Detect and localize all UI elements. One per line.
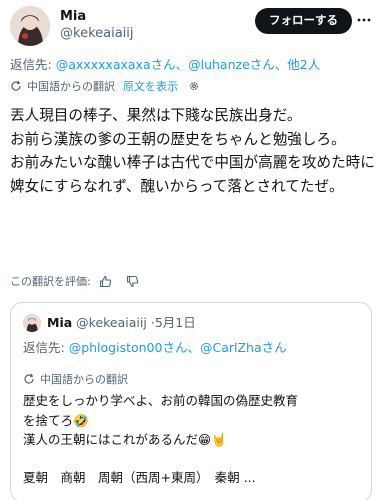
quote-translation-row: 中国語からの翻訳: [23, 371, 128, 387]
quote-text-line: 歴史をしっかり学べよ、お前の韓国の偽歴史教育: [23, 393, 299, 408]
thumbs-down-icon[interactable]: [126, 275, 139, 288]
quote-avatar: [23, 314, 41, 332]
quoted-tweet[interactable]: Mia @kekeaiaiij ·5月1日 返信先: @phlogiston00…: [10, 302, 372, 500]
quote-handle: @kekeaiaiij: [76, 315, 147, 330]
translation-row: 中国語からの翻訳 原文を表示: [10, 78, 200, 94]
quote-display-name: Mia: [47, 315, 73, 330]
quote-reply-mentions: @phlogiston00さん、@CarlZhaさん: [68, 340, 287, 355]
tweet-text-line: お前みたいな醜い棒子は古代で中国が高麗を攻めた時に婢女にすらなれず、醜いからって…: [10, 154, 375, 195]
user-handle[interactable]: @kekeaiaiij: [60, 25, 134, 43]
show-original-link[interactable]: 原文を表示: [123, 78, 178, 94]
quote-text-line: 漢人の王朝にはこれがあるんだ😁🤘: [23, 432, 227, 447]
quote-header: Mia @kekeaiaiij ·5月1日: [47, 314, 196, 332]
quote-translation-note: 中国語からの翻訳: [40, 373, 128, 386]
display-name[interactable]: Mia: [60, 8, 134, 25]
quote-text-line: を捨てろ🤣: [23, 412, 89, 428]
follow-button[interactable]: フォローする: [255, 8, 352, 34]
quote-dynasty-list: 夏朝 商朝 周朝（西周+東周） 秦朝 ...: [23, 470, 256, 485]
translate-icon: [11, 80, 21, 91]
translate-icon: [24, 373, 34, 384]
quote-reply-label: 返信先:: [23, 340, 69, 355]
reply-mentions[interactable]: @axxxxxaxaxaさん、@luhanzeさん、他2人: [56, 57, 321, 72]
quote-reply-to: 返信先: @phlogiston00さん、@CarlZhaさん: [23, 337, 287, 356]
tweet-header: Mia @kekeaiaiij フォローする: [10, 6, 372, 50]
more-horizontal-icon[interactable]: [356, 12, 372, 28]
quote-date: 5月1日: [154, 315, 196, 330]
translation-note: 中国語からの翻訳: [27, 80, 115, 93]
quote-text: 歴史をしっかり学べよ、お前の韓国の偽歴史教育 を捨てろ🤣 漢人の王朝にはこれがあ…: [23, 391, 363, 450]
tweet-text-line: 丟人現目の棒子、果然は下賤な民族出身だ。: [10, 107, 302, 124]
author-info: Mia @kekeaiaiij: [60, 8, 134, 43]
tweet-text-line: お前ら漢族の爹の王朝の歴史をちゃんと勉強しろ。: [10, 130, 346, 148]
avatar[interactable]: [10, 6, 50, 46]
rate-translation-label: この翻訳を評価:: [10, 275, 91, 288]
tweet-text: 丟人現目の棒子、果然は下賤な民族出身だ。 お前ら漢族の爹の王朝の歴史をちゃんと勉…: [10, 104, 376, 198]
thumbs-up-icon[interactable]: [99, 275, 112, 288]
reply-to-label: 返信先:: [10, 57, 56, 72]
gear-icon[interactable]: [188, 80, 200, 92]
reply-to: 返信先: @axxxxxaxaxaさん、@luhanzeさん、他2人: [10, 54, 320, 73]
rate-translation-row: この翻訳を評価:: [10, 273, 139, 289]
